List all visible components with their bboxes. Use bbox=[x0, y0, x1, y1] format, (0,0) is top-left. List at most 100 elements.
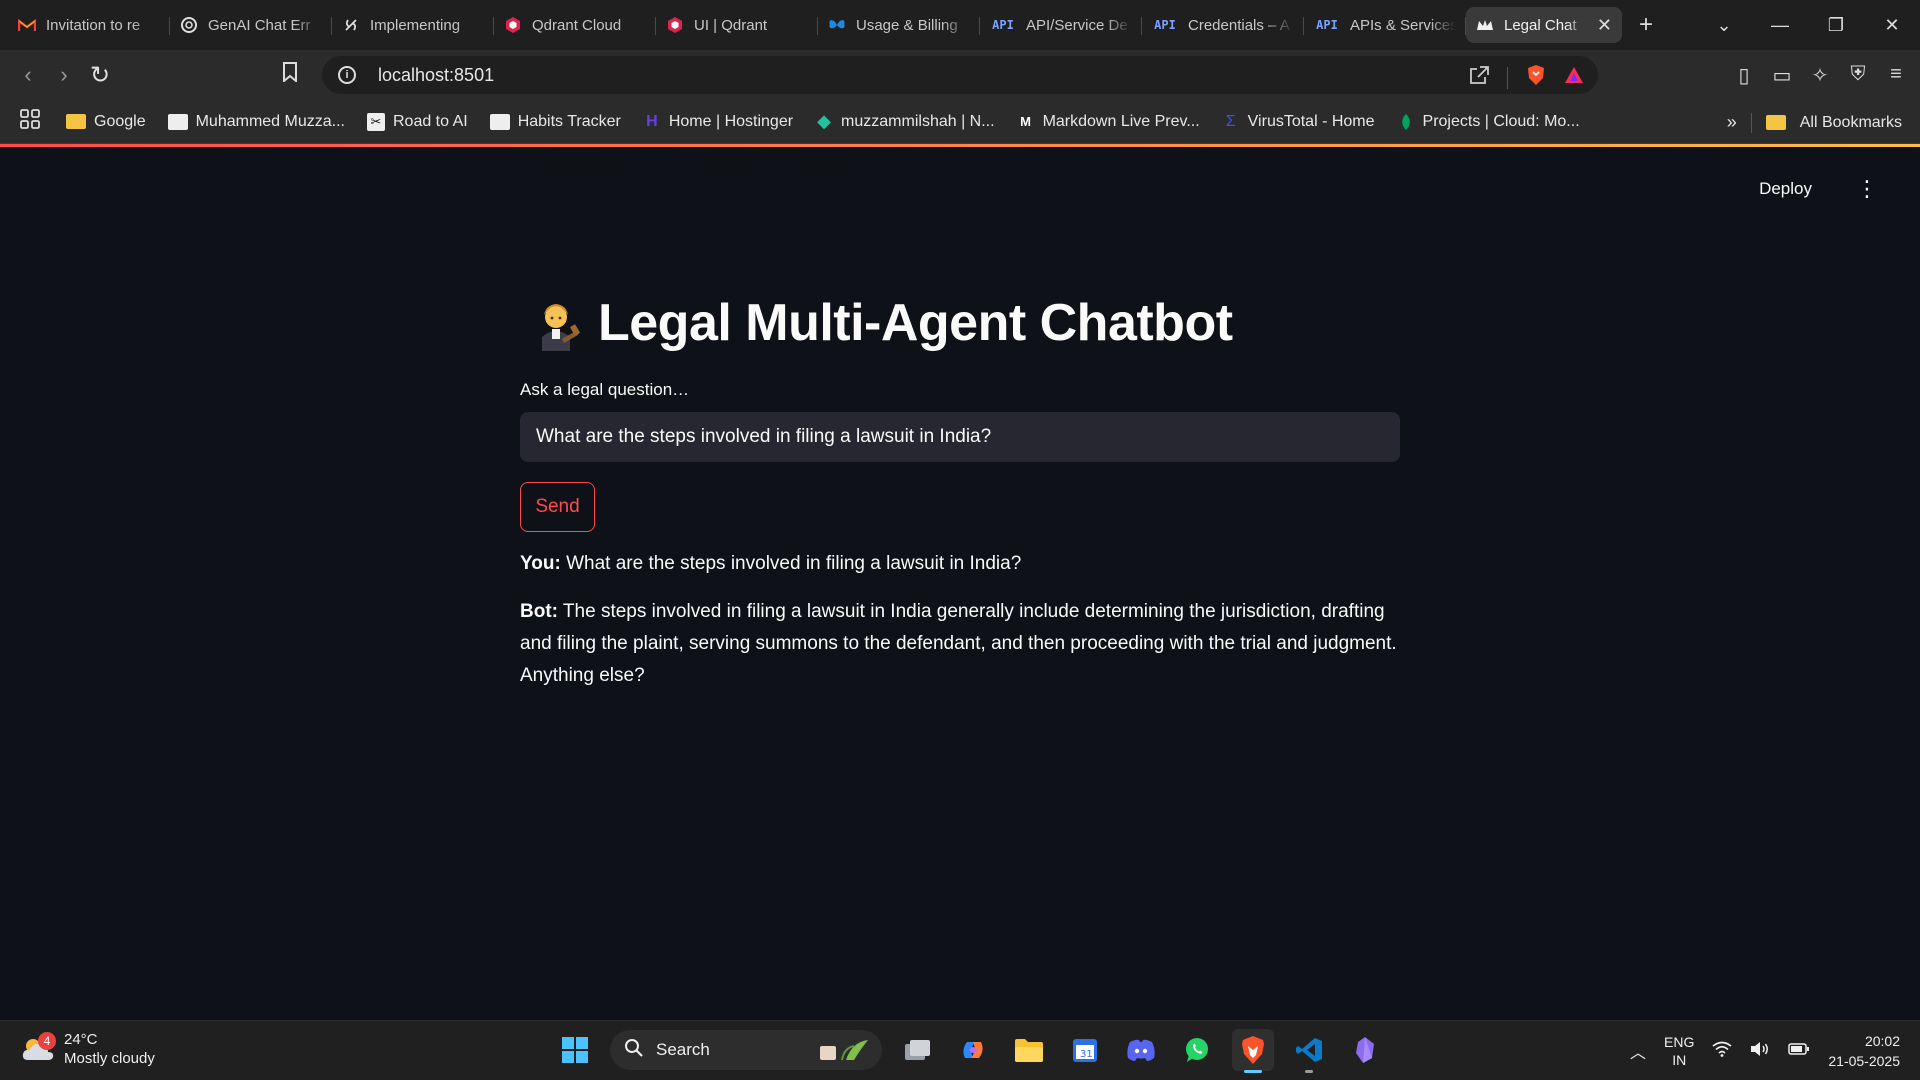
message-text: What are the steps involved in filing a … bbox=[566, 553, 1022, 574]
folder-icon bbox=[1765, 115, 1786, 130]
tab-gmail[interactable]: Invitation to re bbox=[8, 7, 170, 43]
sidebar-icon[interactable]: ▯ bbox=[1734, 63, 1754, 88]
bookmark-muzzammilshah[interactable]: ◆ muzzammilshah | N... bbox=[815, 111, 994, 131]
system-clock[interactable]: 20:02 21-05-2025 bbox=[1828, 1031, 1900, 1071]
divider bbox=[1750, 112, 1752, 133]
tab-search-icon[interactable]: ⌄ bbox=[1696, 15, 1752, 36]
menu-icon[interactable]: ≡ bbox=[1886, 63, 1906, 88]
task-view-icon[interactable] bbox=[896, 1029, 938, 1071]
clock-time: 20:02 bbox=[1864, 1033, 1900, 1049]
bookmark-habits[interactable]: Habits Tracker bbox=[489, 112, 621, 131]
tab-title: GenAI Chat Err bbox=[208, 16, 311, 34]
tab-usage-billing[interactable]: Usage & Billing bbox=[818, 7, 980, 43]
streamlit-crown-icon bbox=[1476, 16, 1494, 34]
main-menu-icon[interactable]: ⋮ bbox=[1856, 176, 1878, 202]
speaker-label: You: bbox=[520, 553, 561, 574]
chat-message-user: You: What are the steps involved in fili… bbox=[520, 548, 1400, 580]
battery-icon[interactable] bbox=[1788, 1042, 1810, 1061]
search-highlight-icon bbox=[816, 1036, 872, 1069]
bookmark-label: Habits Tracker bbox=[517, 112, 621, 130]
tab-genai[interactable]: GenAI Chat Err bbox=[170, 7, 332, 43]
tab-api-service[interactable]: API API/Service De bbox=[980, 7, 1142, 43]
bookmark-muhammed[interactable]: Muhammed Muzza... bbox=[167, 112, 345, 131]
question-input[interactable]: What are the steps involved in filing a … bbox=[520, 412, 1400, 462]
diamond-icon: ◆ bbox=[817, 111, 831, 131]
brave-shields-icon[interactable] bbox=[1526, 64, 1546, 91]
calendar-app-icon[interactable]: 31 bbox=[1064, 1029, 1106, 1071]
input-language[interactable]: ENG IN bbox=[1664, 1033, 1694, 1069]
bookmarks-bar: Google Muhammed Muzza... ✂ Road to AI Hab… bbox=[0, 100, 1920, 144]
bookmark-markdown[interactable]: M Markdown Live Prev... bbox=[1017, 113, 1200, 131]
qdrant-icon bbox=[666, 16, 684, 34]
clock-date: 21-05-2025 bbox=[1828, 1053, 1900, 1069]
virustotal-icon: Σ bbox=[1225, 112, 1236, 130]
weather-widget[interactable]: 4 24°C Mostly cloudy bbox=[20, 1030, 155, 1068]
message-text: The steps involved in filing a lawsuit i… bbox=[520, 601, 1397, 686]
windows-start-icon[interactable] bbox=[554, 1029, 596, 1071]
back-icon[interactable]: ‹ bbox=[10, 62, 46, 88]
minimize-icon[interactable]: — bbox=[1752, 15, 1808, 36]
brave-rewards-icon[interactable] bbox=[1564, 66, 1584, 89]
tab-title: APIs & Services bbox=[1350, 16, 1456, 34]
browser-toolbar: ‹ › ↻ i localhost:8501 ▯ ▭ ✧ ⛨ ≡ bbox=[0, 50, 1920, 100]
obsidian-icon[interactable] bbox=[1344, 1029, 1386, 1071]
tab-legal-chat[interactable]: Legal Chat ✕ bbox=[1466, 7, 1622, 43]
forward-icon[interactable]: › bbox=[46, 62, 82, 88]
region-code: IN bbox=[1672, 1052, 1687, 1068]
openai-icon bbox=[180, 16, 198, 34]
share-icon[interactable] bbox=[1469, 66, 1489, 89]
copilot-icon[interactable] bbox=[952, 1029, 994, 1071]
speaker-label: Bot: bbox=[520, 601, 558, 622]
tab-implementing[interactable]: Implementing bbox=[332, 7, 494, 43]
judge-emoji-icon bbox=[532, 295, 580, 351]
tab-credentials[interactable]: API Credentials – A bbox=[1142, 7, 1304, 43]
tab-title: Credentials – A bbox=[1188, 16, 1290, 34]
reload-icon[interactable]: ↻ bbox=[82, 61, 118, 90]
discord-icon[interactable] bbox=[1120, 1029, 1162, 1071]
close-window-icon[interactable]: ✕ bbox=[1864, 15, 1920, 36]
apps-grid-icon[interactable] bbox=[20, 108, 40, 135]
tab-qdrant-cloud[interactable]: Qdrant Cloud bbox=[494, 7, 656, 43]
bookmark-label: Road to AI bbox=[392, 112, 468, 130]
send-button[interactable]: Send bbox=[520, 482, 595, 532]
volume-icon[interactable] bbox=[1750, 1041, 1770, 1062]
bookmark-page-icon[interactable] bbox=[282, 62, 298, 88]
bookmark-label: Home | Hostinger bbox=[668, 112, 794, 130]
close-tab-icon[interactable]: ✕ bbox=[1597, 15, 1612, 36]
search-icon bbox=[624, 1038, 644, 1063]
svg-text:31: 31 bbox=[1080, 1049, 1093, 1060]
butterfly-icon bbox=[828, 16, 846, 34]
tab-apis-services[interactable]: API APIs & Services bbox=[1304, 7, 1466, 43]
leo-ai-icon[interactable]: ✧ bbox=[1810, 63, 1830, 88]
mongodb-icon bbox=[1397, 113, 1415, 131]
bookmark-google[interactable]: Google bbox=[66, 113, 146, 131]
bookmark-hostinger[interactable]: H Home | Hostinger bbox=[643, 113, 793, 131]
site-info-icon[interactable]: i bbox=[338, 66, 356, 84]
whatsapp-icon[interactable] bbox=[1176, 1029, 1218, 1071]
all-bookmarks-button[interactable]: All Bookmarks bbox=[1800, 114, 1902, 132]
bookmark-mongodb[interactable]: Projects | Cloud: Mo... bbox=[1397, 113, 1580, 131]
wallet-icon[interactable]: ▭ bbox=[1772, 63, 1792, 88]
address-bar[interactable]: i localhost:8501 bbox=[322, 56, 1598, 94]
bookmark-label: Google bbox=[94, 112, 146, 130]
restore-icon[interactable]: ❐ bbox=[1808, 15, 1864, 36]
url-text: localhost:8501 bbox=[378, 64, 495, 85]
file-explorer-icon[interactable] bbox=[1008, 1029, 1050, 1071]
app-title: Legal Multi-Agent Chatbot bbox=[598, 294, 1233, 352]
wifi-icon[interactable] bbox=[1712, 1041, 1732, 1062]
tab-title: Usage & Billing bbox=[856, 16, 958, 34]
vscode-icon[interactable] bbox=[1288, 1029, 1330, 1073]
show-hidden-icons[interactable]: ︿ bbox=[1630, 1039, 1646, 1063]
bookmark-virustotal[interactable]: Σ VirusTotal - Home bbox=[1222, 113, 1375, 131]
tab-qdrant-ui[interactable]: UI | Qdrant bbox=[656, 7, 818, 43]
more-bookmarks-icon[interactable]: » bbox=[1727, 112, 1737, 133]
brave-browser-icon[interactable] bbox=[1232, 1029, 1274, 1073]
bookmark-road-to-ai[interactable]: ✂ Road to AI bbox=[366, 112, 468, 131]
bookmark-label: Muhammed Muzza... bbox=[195, 112, 345, 130]
taskbar-search[interactable]: Search bbox=[610, 1030, 882, 1070]
deploy-button[interactable]: Deploy bbox=[1759, 179, 1812, 199]
question-input-value: What are the steps involved in filing a … bbox=[536, 426, 992, 447]
vpn-icon[interactable]: ⛨ bbox=[1848, 63, 1868, 88]
browser-tab-strip: Invitation to re GenAI Chat Err Implemen… bbox=[0, 0, 1920, 50]
new-tab-button[interactable]: + bbox=[1626, 11, 1666, 39]
